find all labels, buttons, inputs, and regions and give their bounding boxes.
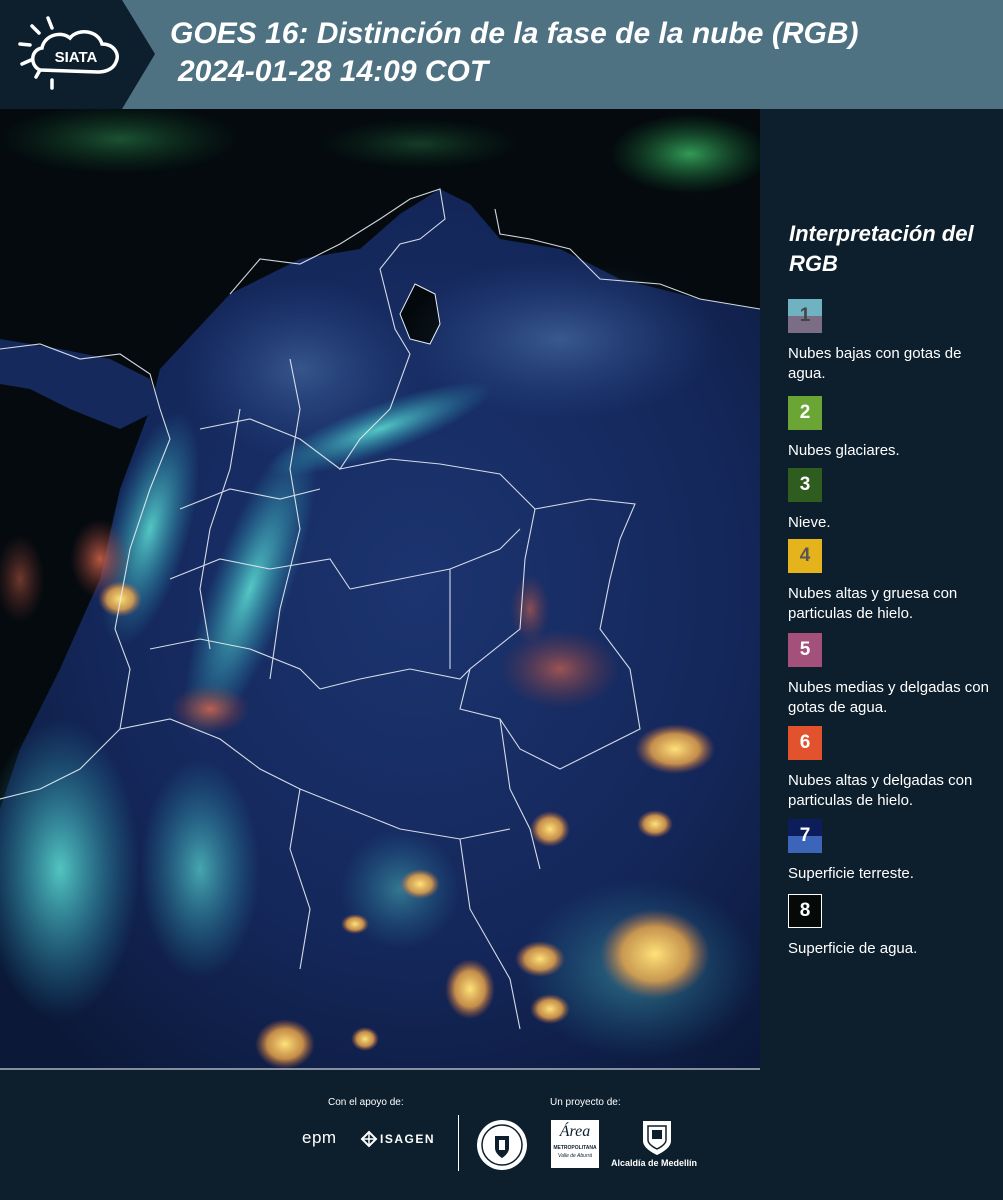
legend-swatch-1: 1	[788, 299, 822, 333]
legend-panel: Interpretación del RGB 1 Nubes bajas con…	[760, 109, 1003, 1070]
area-subtitle2: Valle de Aburrá	[557, 1153, 593, 1159]
legend-number-8: 8	[799, 900, 811, 921]
legend-number-4: 4	[799, 545, 811, 566]
legend-swatch-4: 4	[788, 539, 822, 573]
legend-title: Interpretación del RGB	[789, 221, 974, 276]
isagen-icon	[360, 1130, 378, 1148]
isagen-logo: ISAGEN	[380, 1132, 436, 1146]
legend-item-2: 2 Nubes glaciares.	[788, 396, 998, 461]
legend-swatch-2: 2	[788, 396, 822, 430]
legend-item-7: 7 Superficie terreste.	[788, 819, 998, 884]
legend-desc-2: Nubes glaciares.	[788, 442, 900, 459]
seal-icon	[477, 1120, 527, 1170]
legend-desc-1: Nubes bajas con gotas de agua.	[788, 345, 962, 382]
project-label: Un proyecto de:	[550, 1097, 621, 1108]
legend-number-5: 5	[799, 639, 811, 660]
alcaldia-crest-icon	[643, 1121, 671, 1155]
header-bar: SIATA GOES 16: Distinción de la fase de …	[0, 0, 1003, 109]
footer: Con el apoyo de: Un proyecto de: epm ISA…	[0, 1070, 1003, 1200]
legend-desc-3: Nieve.	[788, 514, 831, 531]
siata-logo: SIATA	[0, 0, 160, 109]
legend-item-3: 3 Nieve.	[788, 468, 998, 533]
legend-number-1: 1	[799, 305, 811, 326]
legend-swatch-6: 6	[788, 726, 822, 760]
page-title-line1: GOES 16: Distinción de la fase de la nub…	[170, 17, 859, 50]
area-subtitle: METROPOLITANA	[553, 1145, 597, 1151]
legend-number-3: 3	[799, 474, 811, 495]
legend-item-8: 8 Superficie de agua.	[788, 894, 998, 959]
logo-text: SIATA	[55, 49, 98, 66]
footer-divider	[458, 1115, 459, 1171]
legend-desc-8: Superficie de agua.	[788, 940, 918, 957]
legend-swatch-5: 5	[788, 633, 822, 667]
legend-number-2: 2	[799, 402, 811, 423]
legend-desc-7: Superficie terreste.	[788, 865, 914, 882]
support-label: Con el apoyo de:	[328, 1097, 404, 1108]
alcaldia-text: Alcaldía de Medellín	[611, 1158, 698, 1168]
legend-number-7: 7	[799, 825, 811, 846]
legend-number-6: 6	[799, 732, 811, 753]
legend-desc-6: Nubes altas y delgadas con particulas de…	[788, 772, 973, 809]
legend-desc-4: Nubes altas y gruesa con particulas de h…	[788, 585, 958, 622]
epm-logo: epm	[302, 1128, 337, 1147]
area-metropolitana-logo: Área METROPOLITANA Valle de Aburrá	[551, 1120, 599, 1168]
legend-swatch-8: 8	[788, 894, 822, 928]
page-title-line2: 2024-01-28 14:09 COT	[178, 55, 489, 88]
legend-item-6: 6 Nubes altas y delgadas con particulas …	[788, 726, 998, 811]
area-text: Área	[559, 1123, 591, 1140]
legend-item-1: 1 Nubes bajas con gotas de agua.	[788, 299, 998, 384]
legend-swatch-7: 7	[788, 819, 822, 853]
legend-desc-5: Nubes medias y delgadas con gotas de agu…	[788, 679, 989, 716]
satellite-map	[0, 109, 760, 1070]
legend-item-4: 4 Nubes altas y gruesa con particulas de…	[788, 539, 998, 624]
legend-swatch-3: 3	[788, 468, 822, 502]
legend-item-5: 5 Nubes medias y delgadas con gotas de a…	[788, 633, 998, 718]
